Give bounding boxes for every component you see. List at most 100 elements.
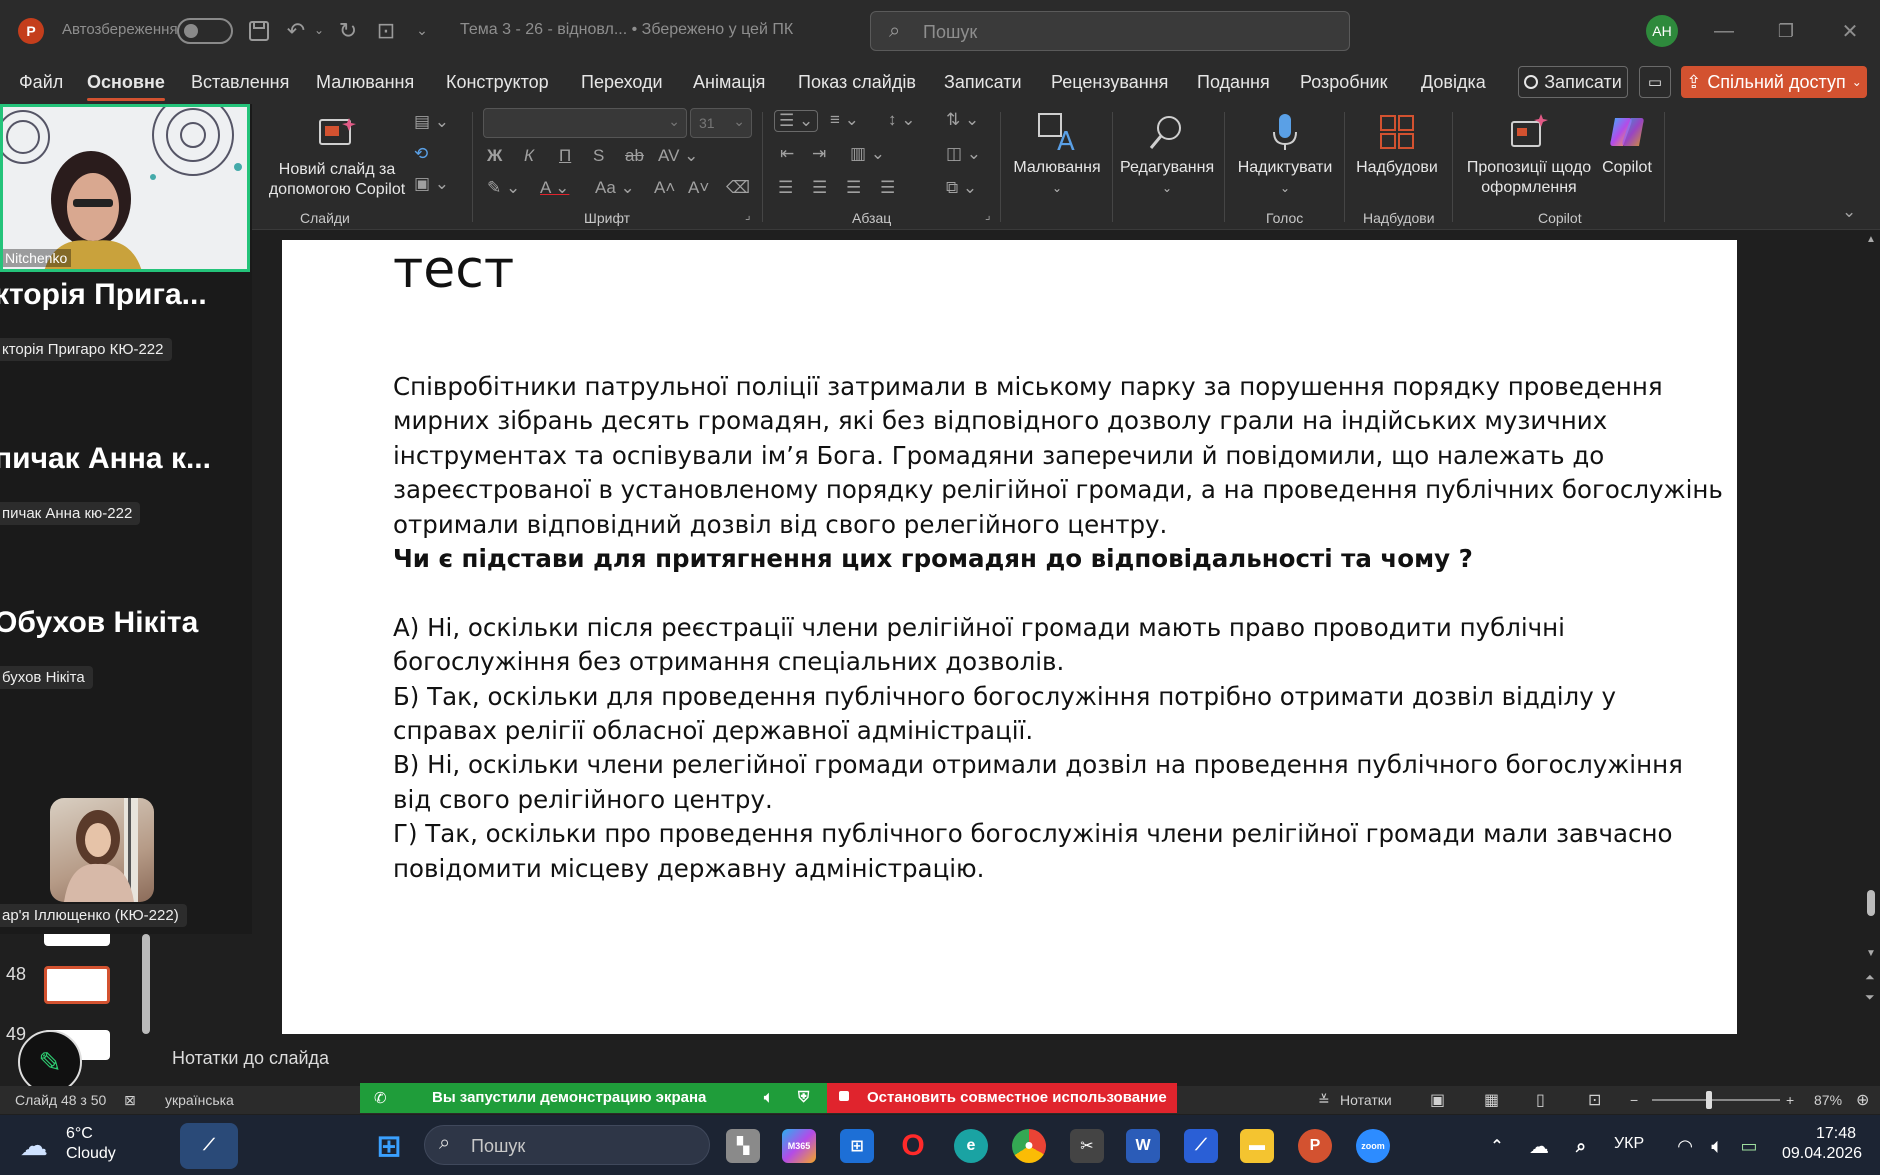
participant-4-avatar[interactable] [50,798,154,902]
file-explorer-icon[interactable]: ▬ [1240,1129,1274,1163]
normal-view-icon[interactable]: ▣ [1430,1090,1445,1110]
zoom-icon[interactable]: zoom [1356,1129,1390,1163]
align-right-icon[interactable]: ☰ [846,178,861,198]
m365-icon[interactable]: M365 [782,1129,816,1163]
comments-icon[interactable]: ▭ [1639,66,1671,98]
font-color-icon[interactable]: A ⌄ [540,178,569,198]
redo-icon[interactable]: ↻ [334,17,362,45]
autosave-toggle[interactable] [177,18,233,44]
record-button[interactable]: Записати [1518,66,1628,98]
tab-design[interactable]: Конструктор [446,72,549,93]
restore-icon[interactable]: ❐ [1766,14,1806,48]
section-icon[interactable]: ▣ ⌄ [414,174,449,194]
bullets-icon[interactable]: ☰ ⌄ [774,110,819,132]
paragraph-dialog-launcher-icon[interactable]: ⌟ [985,208,991,222]
zoom-slider-knob[interactable] [1706,1091,1712,1109]
app-icon[interactable]: ⟋ [1184,1129,1218,1163]
keyboard-language[interactable]: УКР [1614,1135,1644,1153]
tab-help[interactable]: Довідка [1421,72,1486,93]
mic-location-icon[interactable]: ⌕ [1564,1129,1598,1163]
present-from-start-icon[interactable]: ⊡ [372,17,400,45]
annotate-pen-button[interactable]: ✎ [18,1030,82,1094]
align-left-icon[interactable]: ☰ [778,178,793,198]
reading-view-icon[interactable]: ▯ [1536,1090,1545,1110]
store-icon[interactable]: ⊞ [840,1129,874,1163]
participant-2-name-large[interactable]: пичак Анна к... [0,442,211,476]
customize-qat-icon[interactable]: ⌄ [412,20,432,40]
close-icon[interactable]: ✕ [1830,14,1870,48]
previous-slide-icon[interactable]: ⏶ [1865,970,1875,985]
speaker-video-tile[interactable]: Nitchenko [0,104,250,272]
char-spacing-icon[interactable]: AV ⌄ [658,146,698,166]
zoom-in-icon[interactable]: + [1786,1092,1794,1108]
search-box[interactable]: ⌕ Пошук [870,11,1350,51]
strikethrough-icon[interactable]: ab [625,146,644,166]
design-ideas-button[interactable]: Пропозиції щодо оформлення [1462,112,1596,198]
undo-icon[interactable]: ↶ [282,17,310,45]
clear-format-icon[interactable]: ⌫ [726,178,750,198]
highlight-icon[interactable]: ✎ ⌄ [487,178,520,198]
volume-icon[interactable]: 🔈︎ [1700,1129,1734,1163]
bold-icon[interactable]: Ж [487,146,502,166]
tab-slideshow[interactable]: Показ слайдів [798,72,916,93]
minimize-icon[interactable]: — [1704,14,1744,48]
onedrive-icon[interactable]: ☁︎ [1522,1129,1556,1163]
shadow-icon[interactable]: S [593,146,604,166]
zoom-out-icon[interactable]: − [1630,1092,1638,1108]
scroll-up-icon[interactable]: ▲ [1866,234,1876,245]
notes-toggle-icon[interactable]: ≚ [1318,1092,1330,1109]
reset-slide-icon[interactable]: ⟲ [414,144,428,164]
snipping-tool-icon[interactable]: ✂ [1070,1129,1104,1163]
chrome-icon[interactable]: ● [1012,1129,1046,1163]
stop-sharing-button[interactable]: Остановить совместное использование [827,1083,1177,1113]
slide-thumbnail-48[interactable] [44,966,110,1004]
align-center-icon[interactable]: ☰ [812,178,827,198]
document-title[interactable]: Тема 3 - 26 - відновл... • Збережено у ц… [460,21,793,39]
undo-dropdown-icon[interactable]: ⌄ [312,20,326,40]
vertical-scrollbar[interactable]: ▲ ▼ ⏶ ⏷ [1862,230,1880,1034]
edge-icon[interactable]: e [954,1129,988,1163]
slide-title[interactable]: тест [393,240,514,300]
show-hidden-icons[interactable]: ⌃ [1480,1129,1514,1163]
tab-draw[interactable]: Малювання [316,72,414,93]
save-icon[interactable] [246,18,272,44]
grow-font-icon[interactable]: A˄ [654,178,675,198]
dictate-button[interactable]: Надиктувати ⌄ [1236,112,1334,198]
shrink-font-icon[interactable]: A˅ [688,178,709,198]
tab-insert[interactable]: Вставлення [191,72,289,93]
font-name-combo[interactable]: ⌄ [483,108,687,138]
tab-transitions[interactable]: Переходи [581,72,663,93]
active-app-icon[interactable]: ⟋ [180,1123,238,1169]
thumbnails-scrollbar-thumb[interactable] [142,934,150,1034]
tab-review[interactable]: Рецензування [1051,72,1168,93]
powerpoint-taskbar-icon[interactable]: P [1298,1129,1332,1163]
zoom-level[interactable]: 87% [1814,1092,1842,1108]
decrease-indent-icon[interactable]: ⇤ [780,144,794,164]
slide-body[interactable]: Співробітники патрульної поліції затрима… [393,370,1723,886]
scrollbar-thumb[interactable] [1867,890,1875,916]
drawing-button[interactable]: A Малювання ⌄ [1010,112,1104,198]
tab-developer[interactable]: Розробник [1300,72,1387,93]
user-avatar[interactable]: АН [1646,15,1678,47]
numbering-icon[interactable]: ≡ ⌄ [830,110,859,130]
layout-icon[interactable]: ▤ ⌄ [414,112,449,132]
task-view-icon[interactable]: ▚ [726,1129,760,1163]
change-case-icon[interactable]: Aa ⌄ [595,178,635,198]
tab-file[interactable]: Файл [19,72,63,93]
justify-icon[interactable]: ☰ [880,178,895,198]
zoom-slider[interactable] [1652,1091,1780,1109]
increase-indent-icon[interactable]: ⇥ [812,144,826,164]
notes-toggle-label[interactable]: Нотатки [1340,1092,1392,1108]
slide[interactable]: тест Співробітники патрульної поліції за… [282,240,1737,1034]
columns-icon[interactable]: ▥ ⌄ [850,144,885,164]
battery-icon[interactable]: ▭ [1732,1129,1766,1163]
new-slide-copilot-button[interactable]: Новий слайд за допомогою Copilot [262,114,412,200]
smartart-icon[interactable]: ⧉ ⌄ [946,178,977,198]
fit-to-window-icon[interactable]: ⊕ [1856,1090,1869,1110]
font-size-combo[interactable]: 31 ⌄ [690,108,752,138]
share-button[interactable]: ⇪ Спільний доступ ⌄ [1681,66,1867,98]
tab-view[interactable]: Подання [1197,72,1270,93]
opera-icon[interactable]: O [896,1129,930,1163]
accessibility-icon[interactable]: ⊠ [124,1092,136,1109]
font-dialog-launcher-icon[interactable]: ⌟ [745,208,751,222]
